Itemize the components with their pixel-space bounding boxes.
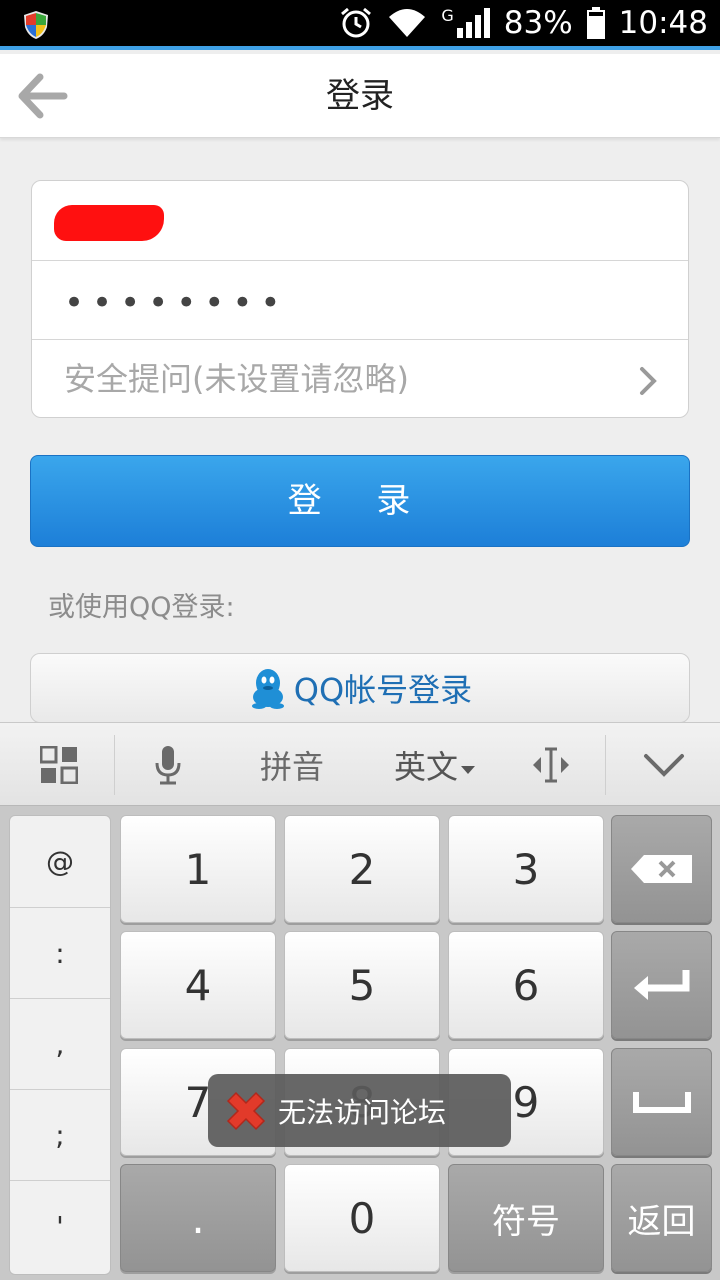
network-type: G [441,6,454,25]
shield-icon [24,11,48,39]
login-button[interactable]: 登 录 [30,455,690,547]
battery-icon [586,7,605,39]
error-toast: 无法访问论坛 [208,1074,511,1147]
key-4[interactable]: 4 [120,931,276,1039]
battery-percent: 83% [503,5,573,41]
dropdown-triangle-icon [461,766,475,774]
back-button[interactable] [14,68,70,124]
cursor-move-button[interactable] [525,723,577,807]
key-dot[interactable]: . [120,1164,276,1272]
password-field[interactable]: •••••••• [32,260,688,339]
key-0[interactable]: 0 [284,1164,440,1272]
toolbar-divider [114,735,115,795]
enter-icon [633,970,689,1000]
qq-login-button[interactable]: QQ帐号登录 [30,653,690,723]
symbol-column[interactable]: @ : , ; ' [9,815,111,1275]
qq-penguin-icon [251,669,284,709]
side-key-semicolon[interactable]: ; [10,1089,110,1180]
layout-grid-button[interactable] [24,723,94,807]
redacted-username [54,205,164,241]
clock: 10:48 [618,5,708,41]
toast-message: 无法访问论坛 [278,1095,447,1129]
side-key-apostrophe[interactable]: ' [10,1180,110,1271]
login-form: •••••••• 安全提问(未设置请忽略) [31,180,689,418]
hide-keyboard-button[interactable] [630,723,698,807]
key-3[interactable]: 3 [448,815,604,923]
side-key-colon[interactable]: : [10,907,110,998]
backspace-icon [630,855,692,883]
return-key[interactable]: 返回 [611,1164,712,1272]
page-title: 登录 [326,76,394,116]
keyboard-toolbar: 拼音 英文 [0,722,720,806]
english-mode-button[interactable]: 英文 [380,723,490,807]
voice-input-button[interactable] [138,723,198,807]
status-bar: G 83% 10:48 [0,0,720,50]
keyboard: @ : , ; ' 1 2 3 4 5 6 7 8 9 . 0 符号 返回 [0,806,720,1280]
app-header: 登录 [0,54,720,138]
alarm-icon [341,7,372,38]
password-mask: •••••••• [64,283,289,323]
toolbar-divider [605,735,606,795]
enter-key[interactable] [611,931,712,1039]
side-key-comma[interactable]: , [10,998,110,1089]
signal-icon [456,8,490,38]
space-key[interactable] [611,1048,712,1156]
space-icon [632,1092,691,1113]
arrow-left-icon [18,73,68,119]
pinyin-mode-button[interactable]: 拼音 [240,723,344,807]
username-field[interactable] [32,181,688,260]
backspace-key[interactable] [611,815,712,923]
qq-login-label: QQ帐号登录 [293,671,473,709]
grid-icon [40,746,78,784]
cursor-arrows-icon [533,747,569,783]
english-mode-label: 英文 [393,748,458,786]
error-x-icon [226,1091,266,1130]
key-5[interactable]: 5 [284,931,440,1039]
chevron-right-icon [640,367,657,395]
alt-login-text: 或使用QQ登录: [48,592,235,623]
side-key-at[interactable]: @ [10,816,110,907]
microphone-icon [155,746,181,785]
key-1[interactable]: 1 [120,815,276,923]
wifi-icon [389,9,426,37]
security-question-placeholder: 安全提问(未设置请忽略) [64,360,409,398]
chevron-down-icon [644,754,684,777]
key-2[interactable]: 2 [284,815,440,923]
symbols-key[interactable]: 符号 [448,1164,604,1272]
security-question-select[interactable]: 安全提问(未设置请忽略) [32,339,688,418]
status-divider [0,46,720,50]
key-6[interactable]: 6 [448,931,604,1039]
